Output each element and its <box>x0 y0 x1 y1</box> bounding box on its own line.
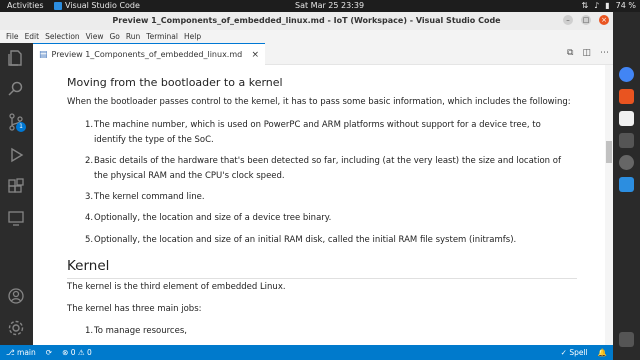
menu-file[interactable]: File <box>3 32 22 41</box>
close-icon[interactable]: × <box>251 50 259 60</box>
extensions-icon[interactable] <box>7 178 25 196</box>
heading-divider <box>67 278 577 279</box>
editor-actions: ⧉ ◫ ⋯ <box>567 48 609 58</box>
menu-selection[interactable]: Selection <box>42 32 83 41</box>
menu-bar: File Edit Selection View Go Run Terminal… <box>0 30 613 43</box>
branch-indicator[interactable]: ⎇ main <box>6 348 36 357</box>
list-text: The machine number, which is used on Pow… <box>94 120 541 130</box>
more-actions-icon[interactable]: ⋯ <box>600 48 609 58</box>
chrome-icon[interactable] <box>619 67 634 82</box>
open-source-icon[interactable]: ⧉ <box>567 48 573 58</box>
app-name: Visual Studio Code <box>65 1 140 10</box>
kernel-paragraph: The kernel is the third element of embed… <box>67 282 286 292</box>
notes-icon[interactable] <box>619 111 634 126</box>
menu-view[interactable]: View <box>83 32 107 41</box>
list-number: 4. <box>85 213 94 223</box>
kernel-heading: Kernel <box>67 258 110 274</box>
search-icon[interactable] <box>7 80 25 98</box>
vertical-scrollbar[interactable] <box>605 65 613 345</box>
error-icon: ⊗ <box>62 348 71 357</box>
clock[interactable]: Sat Mar 25 23:39 <box>295 1 364 10</box>
remote-explorer-icon[interactable] <box>7 209 25 227</box>
editor-area: ▤ Preview 1_Components_of_embedded_linux… <box>33 43 613 345</box>
intro-paragraph: When the bootloader passes control to th… <box>67 97 571 107</box>
list-text: Optionally, the location and size of a d… <box>94 213 332 223</box>
volume-icon: ♪ <box>594 1 600 10</box>
vscode-dock-icon[interactable] <box>619 177 634 192</box>
sync-icon[interactable]: ⟳ <box>46 348 52 357</box>
list-text: To manage resources, <box>94 326 187 336</box>
menu-go[interactable]: Go <box>106 32 122 41</box>
list-number: 1. <box>85 326 94 336</box>
activities-button[interactable]: Activities <box>7 1 44 10</box>
section-heading: Moving from the bootloader to a kernel <box>67 76 283 89</box>
menu-terminal[interactable]: Terminal <box>143 32 181 41</box>
status-bar: ⎇ main ⟳ ⊗ 0 ⚠ 0 ✓ Spell 🔔 <box>0 345 613 360</box>
problems-indicator[interactable]: ⊗ 0 ⚠ 0 <box>62 348 92 357</box>
window-title-bar: Preview 1_Components_of_embedded_linux.m… <box>0 12 613 30</box>
ubuntu-dock <box>613 12 640 360</box>
error-count: 0 <box>70 348 76 357</box>
warning-icon: ⚠ <box>77 348 88 357</box>
activity-bar: 1 <box>0 43 33 345</box>
list-text: Optionally, the location and size of an … <box>94 235 517 245</box>
split-editor-icon[interactable]: ◫ <box>582 48 591 58</box>
window-controls: – □ × <box>563 15 609 25</box>
preview-icon: ▤ <box>39 49 48 60</box>
source-control-badge: 1 <box>16 122 26 132</box>
list-number: 2. <box>85 156 94 166</box>
spell-label: Spell <box>569 348 588 357</box>
close-window-button[interactable]: × <box>599 15 609 25</box>
app-menu[interactable]: Visual Studio Code <box>54 1 140 10</box>
system-top-bar: Activities Visual Studio Code Sat Mar 25… <box>0 0 640 12</box>
list-text: the physical RAM and the CPU's clock spe… <box>94 171 285 181</box>
vscode-icon <box>54 1 62 10</box>
network-icon: ⇅ <box>581 1 589 10</box>
list-number: 5. <box>85 235 94 245</box>
kernel-paragraph: The kernel has three main jobs: <box>67 304 202 314</box>
notifications-icon[interactable]: 🔔 <box>598 348 607 357</box>
markdown-preview: Moving from the bootloader to a kernel W… <box>33 65 613 345</box>
list-text: identify the type of the SoC. <box>94 135 214 145</box>
terminal-icon[interactable] <box>619 133 634 148</box>
spell-check[interactable]: ✓ Spell <box>561 348 588 357</box>
menu-run[interactable]: Run <box>123 32 143 41</box>
list-text: The kernel command line. <box>94 192 205 202</box>
menu-help[interactable]: Help <box>181 32 204 41</box>
settings-icon[interactable] <box>619 155 634 170</box>
list-number: 1. <box>85 120 94 130</box>
battery-level: 74 % <box>615 1 636 10</box>
scrollbar-thumb[interactable] <box>606 141 612 163</box>
app-icon[interactable] <box>619 89 634 104</box>
tab-label: Preview 1_Components_of_embedded_linux.m… <box>51 50 243 59</box>
list-text: Basic details of the hardware that's bee… <box>94 156 561 166</box>
window-title: Preview 1_Components_of_embedded_linux.m… <box>112 16 501 25</box>
battery-icon: ▮ <box>605 1 610 10</box>
git-branch-icon: ⎇ <box>6 348 18 357</box>
menu-edit[interactable]: Edit <box>22 32 43 41</box>
system-tray[interactable]: ⇅ ♪ ▮ 74 % <box>581 1 636 10</box>
account-icon[interactable] <box>7 287 25 305</box>
show-apps-icon[interactable] <box>619 332 634 347</box>
maximize-button[interactable]: □ <box>581 15 591 25</box>
branch-name: main <box>17 348 36 357</box>
run-debug-icon[interactable] <box>7 146 25 164</box>
tab-preview[interactable]: ▤ Preview 1_Components_of_embedded_linux… <box>33 43 265 65</box>
minimize-button[interactable]: – <box>563 15 573 25</box>
warning-count: 0 <box>87 348 92 357</box>
manage-gear-icon[interactable] <box>7 319 25 337</box>
explorer-icon[interactable] <box>7 49 25 67</box>
list-number: 3. <box>85 192 94 202</box>
tab-bar: ▤ Preview 1_Components_of_embedded_linux… <box>33 43 613 65</box>
